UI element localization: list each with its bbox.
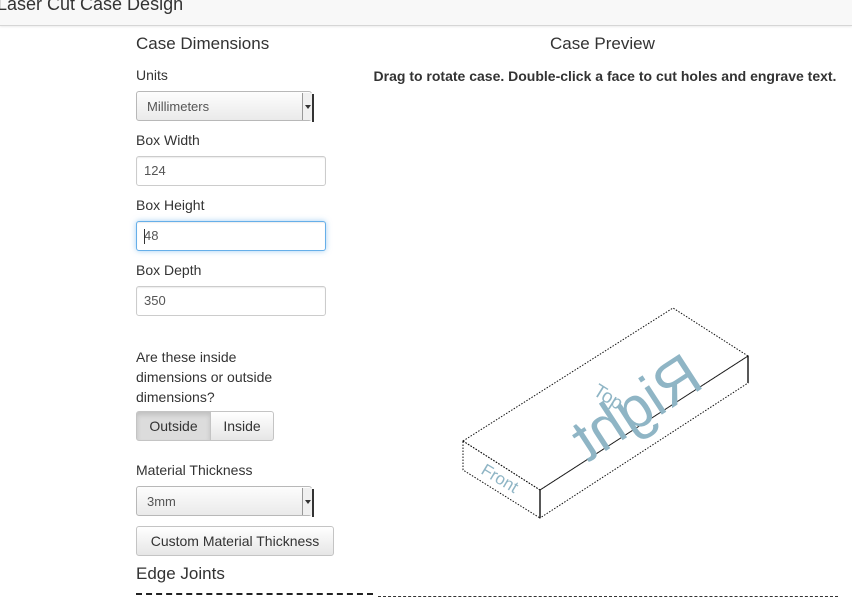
case-3d-preview[interactable]: Top Front Right xyxy=(0,0,852,599)
front-face-label: Front xyxy=(478,460,522,497)
edge-joints-separator xyxy=(136,593,373,595)
preview-separator xyxy=(378,596,838,597)
right-face-label: Right xyxy=(559,341,713,474)
